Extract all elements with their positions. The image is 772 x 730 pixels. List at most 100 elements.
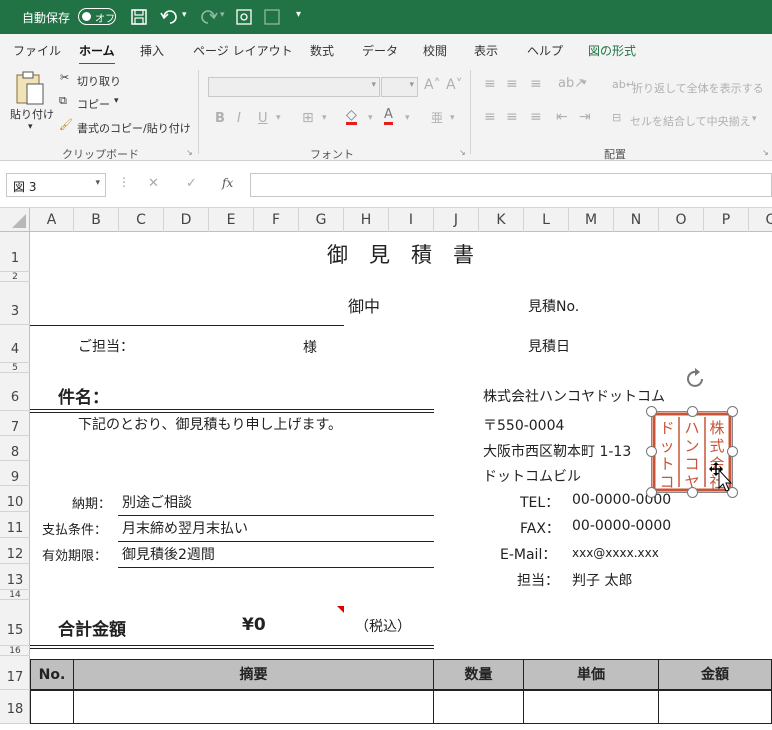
tab-review[interactable]: 校閲 bbox=[423, 42, 447, 59]
row-header-6[interactable]: 6 bbox=[0, 373, 30, 411]
row-header-18[interactable]: 18 bbox=[0, 690, 30, 724]
col-header-c[interactable]: C bbox=[119, 208, 164, 232]
col-header-h[interactable]: H bbox=[344, 208, 389, 232]
col-header-j[interactable]: J bbox=[434, 208, 479, 232]
row-header-13[interactable]: 13 bbox=[0, 564, 30, 590]
format-painter-icon[interactable]: 🖌 bbox=[59, 118, 73, 131]
tab-help[interactable]: ヘルプ bbox=[527, 42, 563, 59]
autosave-toggle[interactable]: オフ bbox=[78, 8, 116, 25]
col-header-q[interactable]: Q bbox=[749, 208, 772, 232]
tab-data[interactable]: データ bbox=[362, 42, 398, 59]
quick-access-icon[interactable] bbox=[263, 8, 281, 26]
row-header-9[interactable]: 9 bbox=[0, 461, 30, 486]
align-top-icon[interactable]: ≡ bbox=[484, 76, 496, 92]
fill-color-icon[interactable]: ◇ bbox=[346, 108, 357, 125]
align-middle-icon[interactable]: ≡ bbox=[506, 76, 518, 92]
font-size-box[interactable]: ▾ bbox=[381, 77, 418, 97]
copy-button[interactable]: コピー bbox=[77, 96, 110, 112]
align-bottom-icon[interactable]: ≡ bbox=[530, 76, 542, 92]
resize-handle-top-right[interactable] bbox=[727, 406, 738, 417]
undo-icon[interactable] bbox=[160, 8, 180, 26]
merge-center-icon[interactable]: ⊟ bbox=[612, 111, 621, 124]
scissors-icon[interactable]: ✂ bbox=[60, 71, 69, 84]
row-header-5[interactable]: 5 bbox=[0, 363, 30, 373]
save-icon[interactable] bbox=[130, 8, 148, 26]
merge-dropdown-icon[interactable]: ▾ bbox=[752, 114, 757, 124]
col-header-a[interactable]: A bbox=[30, 208, 74, 232]
resize-handle-top[interactable] bbox=[687, 406, 698, 417]
col-header-i[interactable]: I bbox=[389, 208, 434, 232]
tab-picture-format[interactable]: 図の形式 bbox=[588, 42, 636, 59]
rotate-handle-icon[interactable] bbox=[684, 367, 708, 391]
merge-center-button[interactable]: セルを結合して中央揃え bbox=[630, 113, 751, 129]
col-header-l[interactable]: L bbox=[524, 208, 569, 232]
align-center-icon[interactable]: ≡ bbox=[506, 109, 518, 125]
italic-button[interactable]: I bbox=[237, 111, 241, 126]
col-header-f[interactable]: F bbox=[254, 208, 299, 232]
row-header-7[interactable]: 7 bbox=[0, 411, 30, 436]
redo-dropdown-icon[interactable]: ▾ bbox=[220, 10, 225, 20]
table-cell[interactable] bbox=[73, 690, 434, 724]
font-launcher-icon[interactable]: ↘ bbox=[459, 148, 466, 157]
row-header-14[interactable]: 14 bbox=[0, 590, 30, 600]
shrink-font-icon[interactable]: A˅ bbox=[446, 77, 463, 93]
align-right-icon[interactable]: ≡ bbox=[530, 109, 542, 125]
col-header-d[interactable]: D bbox=[164, 208, 209, 232]
bold-button[interactable]: B bbox=[215, 111, 225, 126]
font-color-dropdown-icon[interactable]: ▾ bbox=[405, 113, 410, 123]
row-header-17[interactable]: 17 bbox=[0, 656, 30, 690]
font-color-icon[interactable]: A bbox=[384, 108, 393, 125]
copy-icon[interactable]: ⧉ bbox=[59, 94, 67, 108]
resize-handle-bottom-left[interactable] bbox=[646, 487, 657, 498]
col-header-o[interactable]: O bbox=[659, 208, 704, 232]
cut-button[interactable]: 切り取り bbox=[77, 73, 121, 89]
phonetic-dropdown-icon[interactable]: ▾ bbox=[450, 113, 455, 123]
tab-file[interactable]: ファイル bbox=[13, 42, 61, 59]
row-header-15[interactable]: 15 bbox=[0, 600, 30, 646]
underline-button[interactable]: U bbox=[258, 111, 268, 126]
underline-dropdown-icon[interactable]: ▾ bbox=[276, 113, 281, 123]
name-box-dropdown-icon[interactable]: ▾ bbox=[95, 178, 100, 188]
row-header-10[interactable]: 10 bbox=[0, 486, 30, 512]
tab-insert[interactable]: 挿入 bbox=[140, 42, 164, 59]
cancel-icon[interactable]: ✕ bbox=[148, 176, 159, 191]
align-left-icon[interactable]: ≡ bbox=[484, 109, 496, 125]
select-all-corner[interactable] bbox=[0, 208, 30, 232]
redo-icon[interactable] bbox=[198, 8, 218, 26]
borders-icon[interactable]: ⊞ bbox=[302, 110, 314, 126]
print-preview-icon[interactable] bbox=[235, 8, 253, 26]
name-box[interactable]: 図 3 ▾ bbox=[6, 173, 106, 197]
col-header-e[interactable]: E bbox=[209, 208, 254, 232]
customize-toolbar-icon[interactable]: ▾ bbox=[296, 9, 301, 20]
row-header-4[interactable]: 4 bbox=[0, 325, 30, 363]
enter-icon[interactable]: ✓ bbox=[186, 176, 197, 191]
clipboard-launcher-icon[interactable]: ↘ bbox=[186, 148, 193, 157]
decrease-indent-icon[interactable]: ⇤ bbox=[556, 109, 568, 125]
col-header-n[interactable]: N bbox=[614, 208, 659, 232]
grow-font-icon[interactable]: A˄ bbox=[424, 77, 441, 93]
paste-icon[interactable] bbox=[14, 70, 46, 106]
row-header-3[interactable]: 3 bbox=[0, 282, 30, 325]
format-painter-button[interactable]: 書式のコピー/貼り付け bbox=[77, 120, 191, 136]
col-header-p[interactable]: P bbox=[704, 208, 749, 232]
col-header-k[interactable]: K bbox=[479, 208, 524, 232]
tab-home[interactable]: ホーム bbox=[79, 42, 115, 65]
resize-handle-right[interactable] bbox=[727, 446, 738, 457]
resize-handle-top-left[interactable] bbox=[646, 406, 657, 417]
copy-dropdown-icon[interactable]: ▾ bbox=[114, 96, 119, 106]
resize-handle-bottom[interactable] bbox=[687, 487, 698, 498]
increase-indent-icon[interactable]: ⇥ bbox=[579, 109, 591, 125]
table-cell[interactable] bbox=[433, 690, 524, 724]
fill-color-dropdown-icon[interactable]: ▾ bbox=[368, 113, 373, 123]
undo-dropdown-icon[interactable]: ▾ bbox=[182, 10, 187, 20]
row-header-1[interactable]: 1 bbox=[0, 232, 30, 272]
table-cell[interactable] bbox=[30, 690, 74, 724]
wrap-text-button[interactable]: 折り返して全体を表示する bbox=[632, 80, 764, 96]
comment-indicator-icon[interactable] bbox=[337, 606, 344, 613]
formula-input[interactable] bbox=[250, 173, 772, 197]
function-icon[interactable]: fx bbox=[222, 176, 233, 190]
alignment-launcher-icon[interactable]: ↘ bbox=[762, 148, 769, 157]
font-name-box[interactable]: ▾ bbox=[208, 77, 380, 97]
paste-dropdown-icon[interactable]: ▾ bbox=[28, 122, 33, 132]
col-header-g[interactable]: G bbox=[299, 208, 344, 232]
